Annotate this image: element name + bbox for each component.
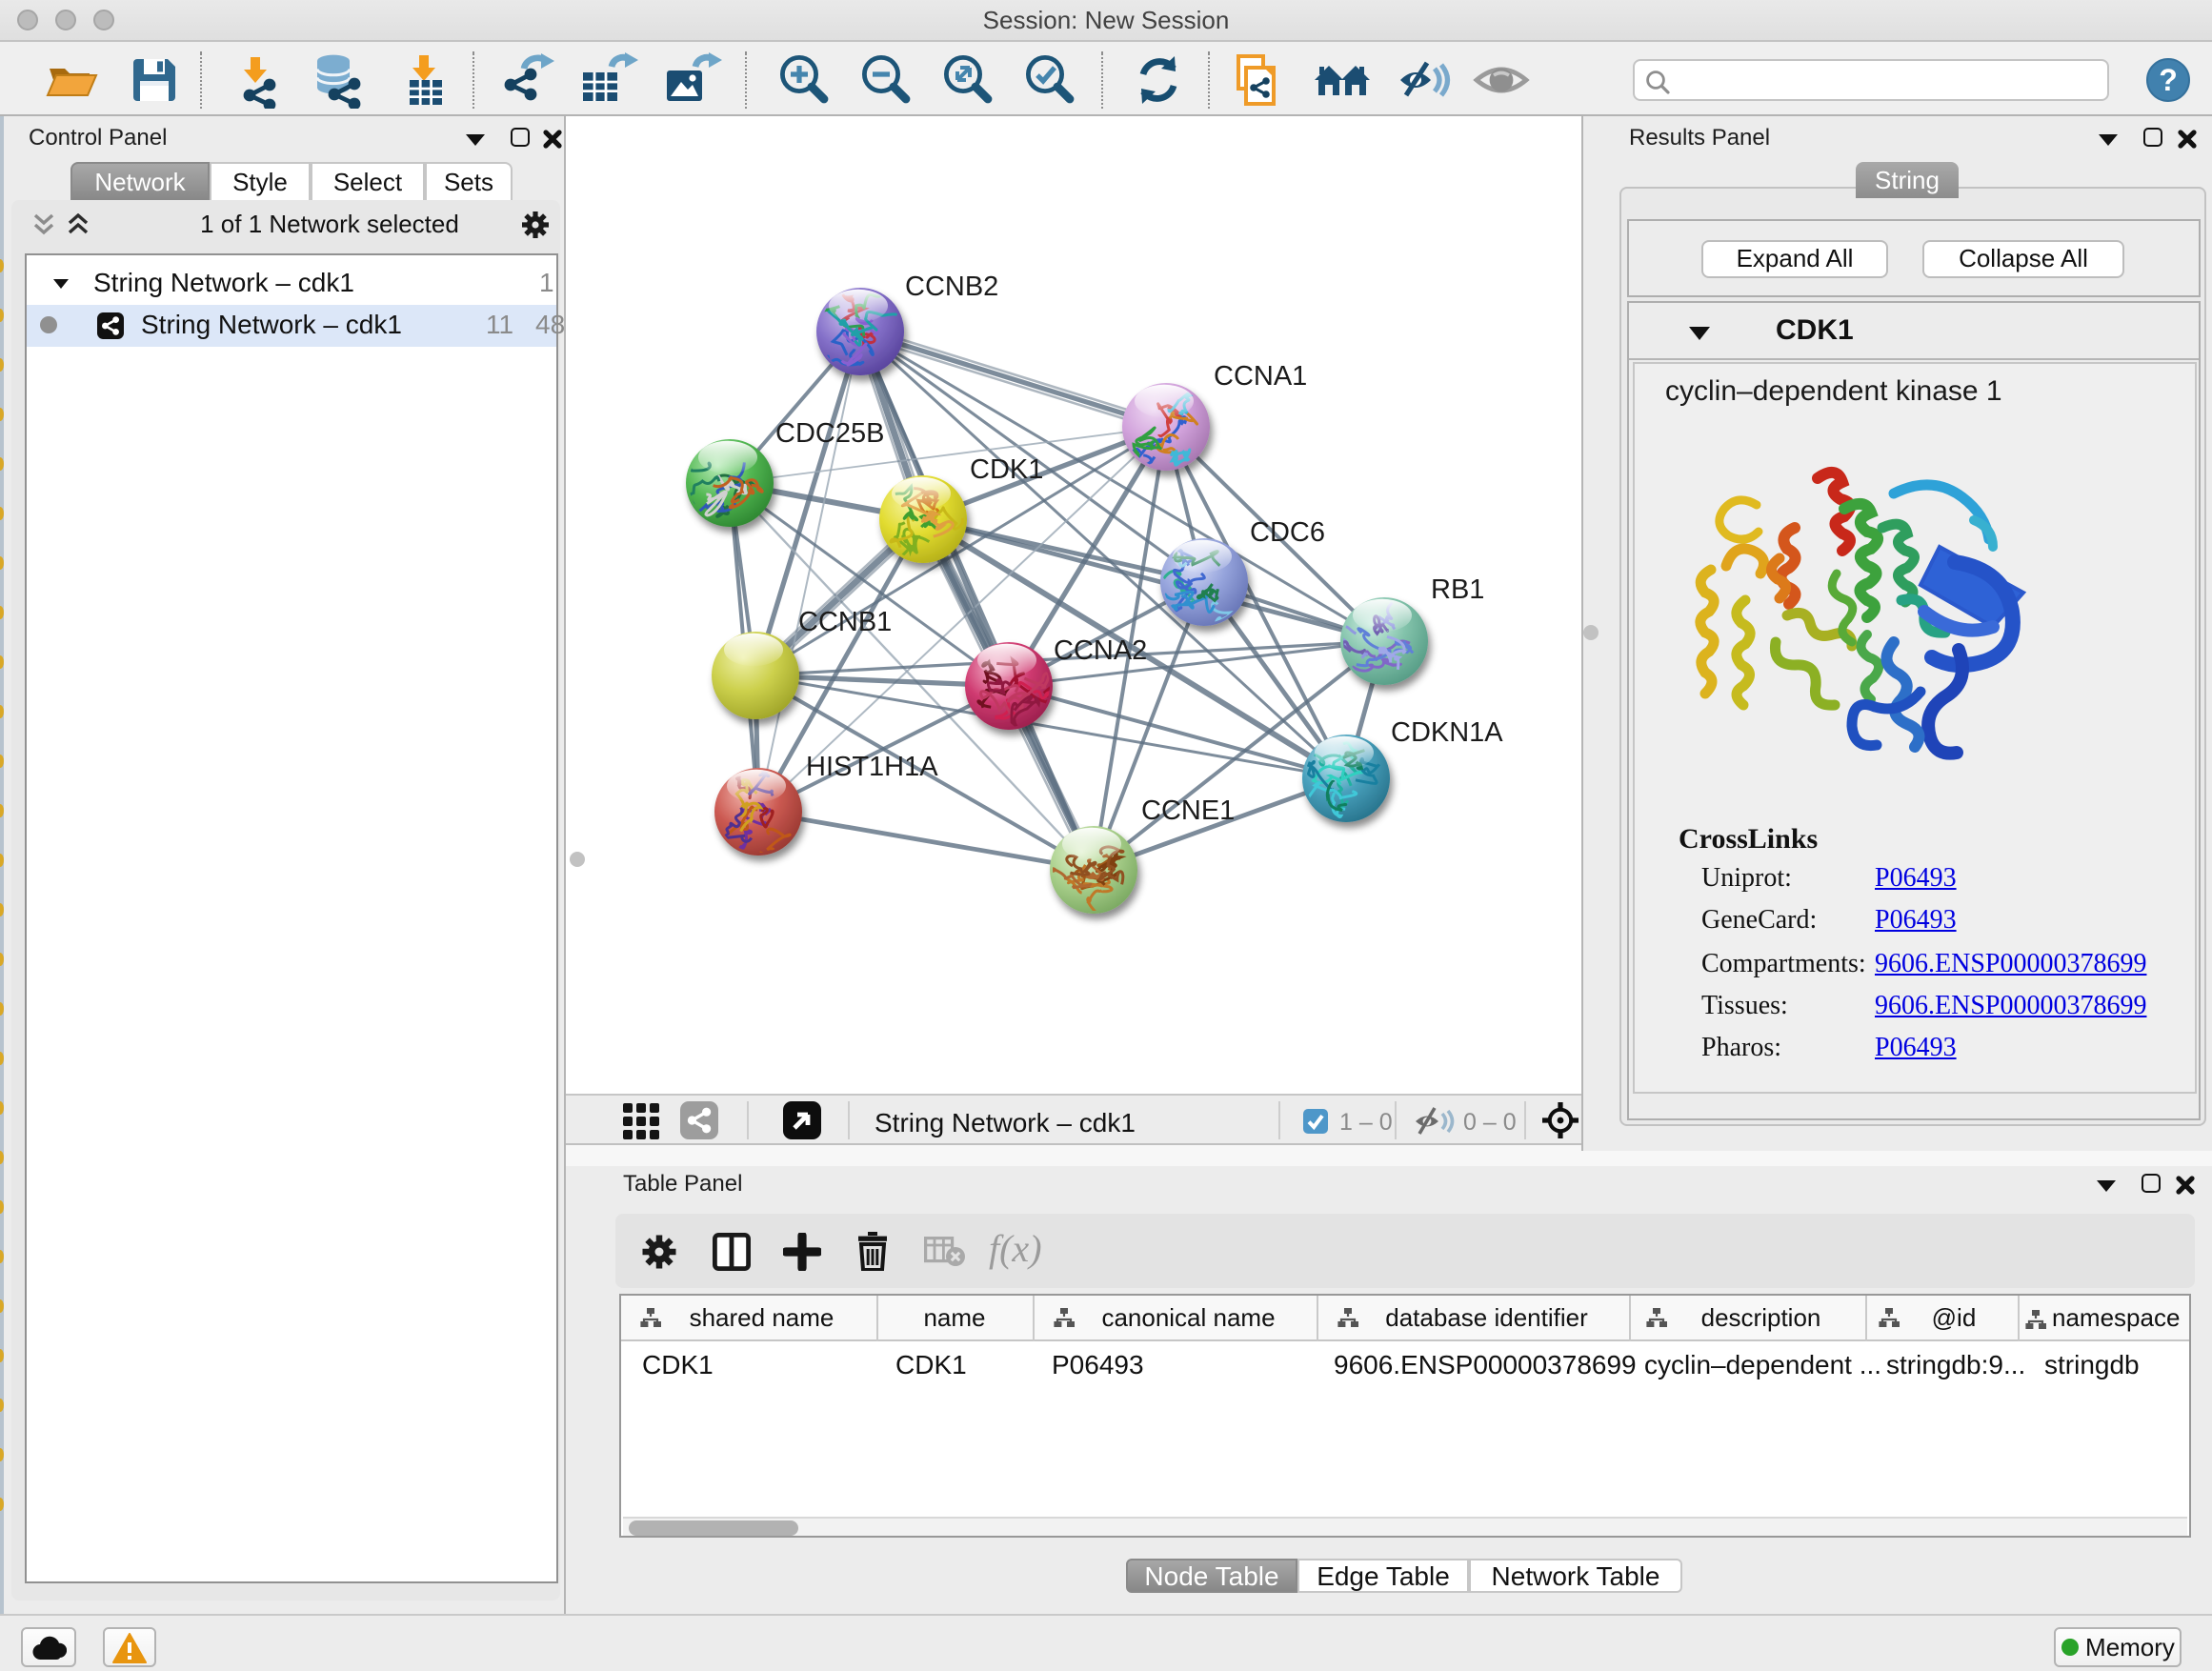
svg-text:CCNA2: CCNA2 [1054,635,1147,666]
svg-text:HIST1H1A: HIST1H1A [806,752,938,782]
svg-text:CDC25B: CDC25B [775,418,884,449]
svg-text:CCNB1: CCNB1 [798,607,892,637]
svg-text:CDKN1A: CDKN1A [1391,717,1503,748]
svg-text:CCNA1: CCNA1 [1214,361,1307,392]
svg-text:CDC6: CDC6 [1250,517,1325,548]
svg-text:?: ? [2159,63,2178,97]
svg-text:CCNE1: CCNE1 [1141,795,1235,826]
svg-text:CDK1: CDK1 [970,454,1043,485]
svg-text:CCNB2: CCNB2 [905,272,998,302]
svg-text:RB1: RB1 [1431,574,1484,605]
